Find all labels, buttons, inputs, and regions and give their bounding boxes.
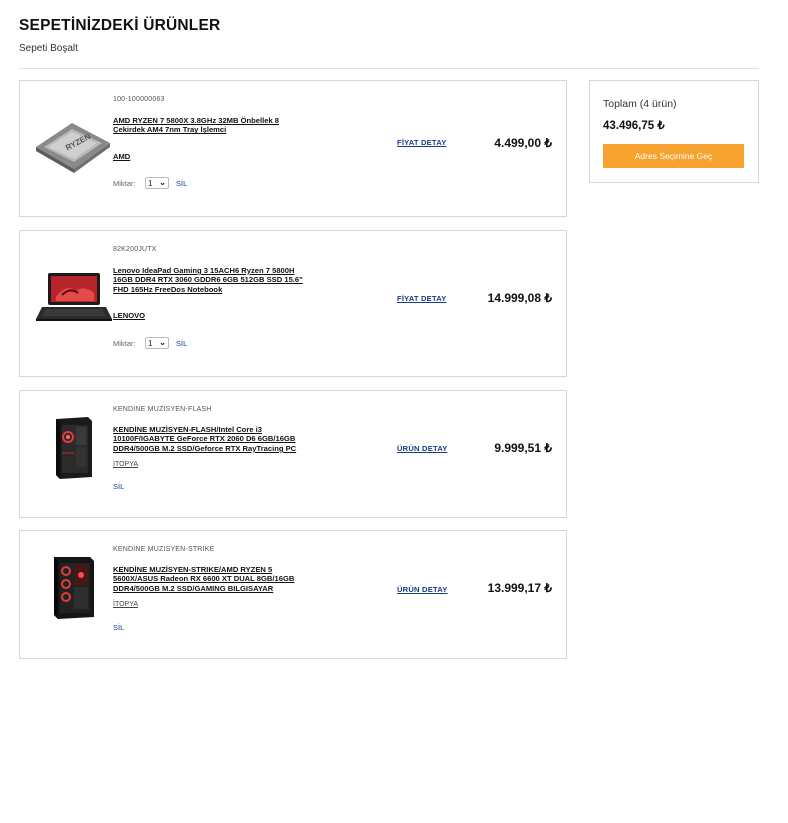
cart-item-lenovo-laptop: 82K200JUTX Lenovo IdeaPad Gaming 3 15ACH… [19,230,567,377]
product-price: 9.999,51 ₺ [494,441,552,455]
product-sku: 82K200JUTX [113,246,157,253]
product-brand-link[interactable]: AMD [113,152,130,161]
price-detail-link[interactable]: FİYAT DETAY [397,294,446,303]
header-divider [19,68,759,69]
product-name-link[interactable]: KENDİNE MUZİSYEN-STRIKE/AMD RYZEN 5 5600… [113,565,313,593]
product-brand-link[interactable]: LENOVO [113,311,145,320]
quantity-label: Miktar: [113,179,136,188]
product-detail-link[interactable]: ÜRÜN DETAY [397,585,448,594]
product-price: 4.499,00 ₺ [494,136,552,150]
product-name-link[interactable]: Lenovo IdeaPad Gaming 3 15ACH6 Ryzen 7 5… [113,266,313,294]
cart-item-strike-pc: KENDINE MUZISYEN-STRIKE KENDİNE MUZİSYEN… [19,530,567,659]
product-name-link[interactable]: AMD RYZEN 7 5800X 3.8GHz 32MB Önbellek 8… [113,116,313,135]
chevron-down-icon: ⌄ [159,338,166,347]
order-summary: Toplam (4 ürün) 43.496,75 ₺ Adres Seçimi… [589,80,759,183]
cpu-chip-icon: RYZEN [36,123,110,173]
product-sku: KENDINE MUZISYEN-FLASH [113,406,212,413]
remove-item-link[interactable]: SİL [113,623,124,632]
remove-item-link[interactable]: SİL [176,339,187,348]
page-title: SEPETİNİZDEKİ ÜRÜNLER [19,17,221,34]
product-brand-link[interactable]: İTOPYA [113,461,138,468]
laptop-icon [36,273,112,321]
product-price: 14.999,08 ₺ [487,291,552,305]
product-sku: KENDINE MUZISYEN-STRIKE [113,546,215,553]
quantity-select[interactable]: 1 ⌄ [145,177,169,189]
pc-case-icon [54,557,94,619]
product-image-pc[interactable] [32,413,116,483]
product-name-link[interactable]: KENDİNE MUZİSYEN-FLASH/Intel Core i3 101… [113,425,313,453]
empty-cart-link[interactable]: Sepeti Boşalt [19,43,78,54]
product-detail-link[interactable]: ÜRÜN DETAY [397,444,448,453]
chevron-down-icon: ⌄ [159,178,166,187]
cart-item-ryzen-cpu: RYZEN 100-100000063 AMD RYZEN 7 5800X 3.… [19,80,567,217]
product-price: 13.999,17 ₺ [487,581,552,595]
quantity-value: 1 [148,178,153,188]
price-detail-link[interactable]: FİYAT DETAY [397,138,446,147]
quantity-select[interactable]: 1 ⌄ [145,337,169,349]
quantity-value: 1 [148,338,153,348]
quantity-label: Miktar: [113,339,136,348]
remove-item-link[interactable]: SİL [113,482,124,491]
product-image-laptop[interactable] [32,263,116,333]
cart-item-flash-pc: KENDINE MUZISYEN-FLASH KENDİNE MUZİSYEN-… [19,390,567,518]
total-value: 43.496,75 ₺ [603,120,665,132]
proceed-to-address-button[interactable]: Adres Seçimine Geç [603,144,744,168]
product-sku: 100-100000063 [113,96,165,103]
pc-case-icon [56,417,92,479]
remove-item-link[interactable]: SİL [176,179,187,188]
total-label: Toplam (4 ürün) [603,98,677,110]
product-image-cpu[interactable]: RYZEN [32,109,116,179]
product-brand-link[interactable]: İTOPYA [113,601,138,608]
product-image-pc[interactable] [32,553,116,623]
